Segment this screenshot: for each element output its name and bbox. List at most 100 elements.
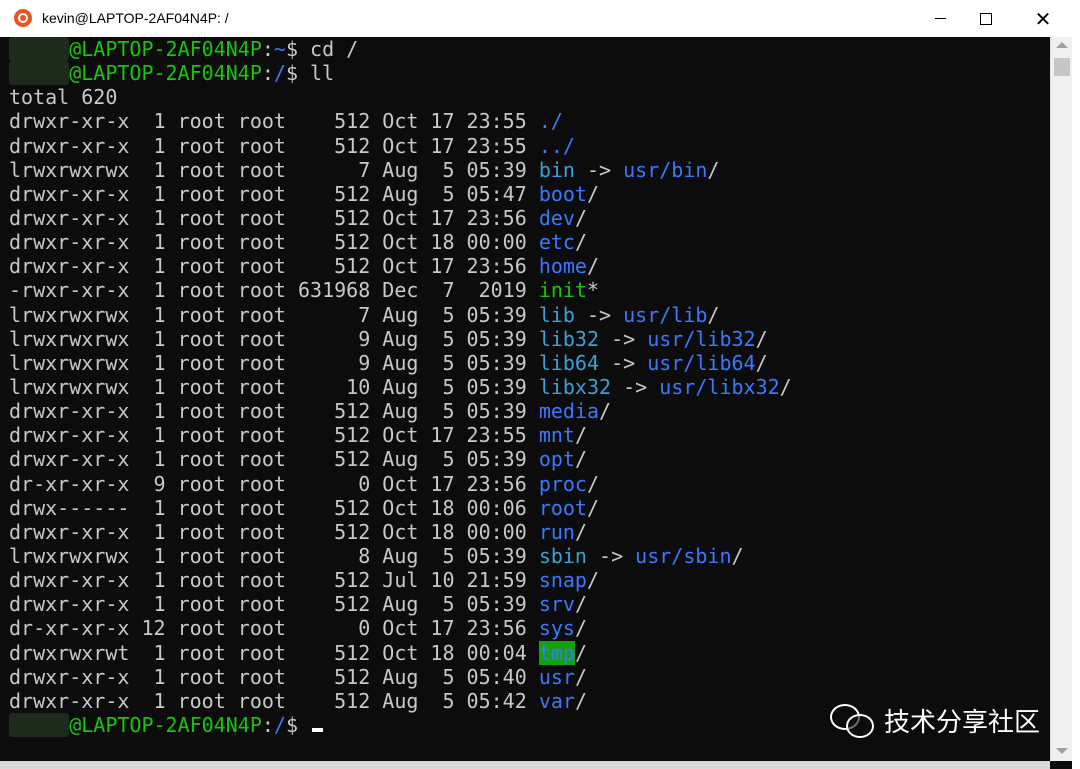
terminal-text: drwx------ 1 root root 512 Oct 18 00:06 xyxy=(9,495,539,520)
terminal-text: / xyxy=(574,519,587,544)
terminal-line: drwxr-xr-x 1 root root 512 Aug 5 05:47 b… xyxy=(9,182,792,206)
terminal-line: total 620 xyxy=(9,85,792,109)
terminal-text: drwxr-xr-x 1 root root 512 Oct 17 23:55 xyxy=(9,109,539,134)
directory-name: usr xyxy=(538,664,575,689)
symlink-name: lib64 xyxy=(538,350,600,375)
terminal-line: drwxr-xr-x 1 root root 512 Oct 17 23:56 … xyxy=(9,206,792,230)
terminal-text: / xyxy=(586,568,600,593)
directory-name: dev xyxy=(538,205,575,230)
terminal-line: dr-xr-xr-x 12 root root 0 Oct 17 23:56 s… xyxy=(9,616,792,640)
directory-name: var xyxy=(538,688,575,713)
text-cursor xyxy=(312,727,324,732)
terminal-text: lrwxrwxrwx 1 root root 7 Aug 5 05:39 xyxy=(9,157,539,182)
terminal-text: * xyxy=(586,278,600,303)
terminal-text: lrwxrwxrwx 1 root root 9 Aug 5 05:39 xyxy=(9,326,539,351)
terminal-line: drwxr-xr-x 1 root root 512 Oct 17 23:56 … xyxy=(9,254,792,278)
terminal-text: drwxr-xr-x 1 root root 512 Oct 17 23:56 xyxy=(9,254,539,279)
terminal-text: : xyxy=(261,61,274,86)
terminal-text: drwxr-xr-x 1 root root 512 Oct 17 23:56 xyxy=(9,205,539,230)
scroll-up-arrow-icon[interactable] xyxy=(1056,42,1068,48)
terminal-line: lrwxrwxrwx 1 root root 8 Aug 5 05:39 sbi… xyxy=(9,544,792,568)
directory-name: usr/lib64 xyxy=(647,350,756,375)
terminal-line: lrwxrwxrwx 1 root root 7 Aug 5 05:39 lib… xyxy=(9,303,792,327)
terminal-text: : xyxy=(261,37,274,61)
directory-name: opt xyxy=(538,447,575,472)
directory-name: snap xyxy=(538,568,587,593)
prompt-path: ~ xyxy=(273,37,286,61)
redacted-username: kevin xyxy=(9,712,70,737)
terminal-line: drwxr-xr-x 1 root root 512 Oct 18 00:00 … xyxy=(9,230,792,254)
terminal-text: / xyxy=(586,254,600,279)
terminal-text: -> xyxy=(586,543,636,568)
terminal-text: / xyxy=(574,230,587,255)
terminal-text: drwxrwxrwt 1 root root 512 Oct 18 00:04 xyxy=(9,640,539,665)
terminal-line: kevin@LAPTOP-2AF04N4P:/$ ll xyxy=(9,61,792,86)
directory-name: usr/sbin xyxy=(635,543,732,568)
terminal-line: drwxr-xr-x 1 root root 512 Oct 17 23:55 … xyxy=(9,134,792,158)
terminal-text: : xyxy=(261,712,274,737)
symlink-name: lib32 xyxy=(538,326,600,351)
maximize-button[interactable] xyxy=(963,0,1009,37)
terminal-text: lrwxrwxrwx 1 root root 10 Aug 5 05:39 xyxy=(9,374,539,399)
terminal-text: / xyxy=(574,447,587,472)
directory-name: run xyxy=(538,519,575,544)
watermark: 技术分享社区 xyxy=(830,700,1040,740)
symlink-name: libx32 xyxy=(538,374,612,399)
terminal-text: drwxr-xr-x 1 root root 512 Aug 5 05:47 xyxy=(9,181,539,206)
symlink-name: sbin xyxy=(538,543,587,568)
terminal-line: dr-xr-xr-x 9 root root 0 Oct 17 23:56 pr… xyxy=(9,472,792,496)
terminal-line: drwxr-xr-x 1 root root 512 Aug 5 05:39 m… xyxy=(9,399,792,423)
terminal-text: drwxr-xr-x 1 root root 512 Oct 18 00:00 xyxy=(9,230,539,255)
symlink-name: lib xyxy=(538,302,575,327)
terminal-line: drwxr-xr-x 1 root root 512 Aug 5 05:42 v… xyxy=(9,689,792,713)
redacted-username: kevin xyxy=(9,61,70,86)
terminal-text: $ xyxy=(285,712,311,737)
terminal-text: lrwxrwxrwx 1 root root 8 Aug 5 05:39 xyxy=(9,543,539,568)
directory-name: sys xyxy=(538,616,575,641)
terminal-text: -> xyxy=(574,157,624,182)
terminal-text: -rwxr-xr-x 1 root root 631968 Dec 7 2019 xyxy=(9,278,539,303)
directory-name: usr/libx32 xyxy=(659,374,780,399)
terminal-text: / xyxy=(586,471,600,496)
terminal-text: / xyxy=(574,640,587,665)
terminal-line: lrwxrwxrwx 1 root root 9 Aug 5 05:39 lib… xyxy=(9,327,792,351)
terminal-text: drwxr-xr-x 1 root root 512 Oct 18 00:00 xyxy=(9,519,539,544)
terminal-text: -> xyxy=(611,374,660,399)
terminal-text: -> xyxy=(599,326,648,351)
terminal-lines: kevin@LAPTOP-2AF04N4P:~$ cd /kevin@LAPTO… xyxy=(9,37,792,737)
terminal-text: $ cd / xyxy=(285,37,359,61)
terminal-window: kevin@LAPTOP-2AF04N4P: / ✕ kevin@LAPTOP-… xyxy=(0,0,1080,769)
window-title: kevin@LAPTOP-2AF04N4P: / xyxy=(42,10,229,26)
directory-name: mnt xyxy=(538,423,575,448)
close-icon: ✕ xyxy=(1034,6,1052,31)
directory-name: etc xyxy=(538,230,575,255)
directory-name: ./ xyxy=(538,109,563,134)
symlink-name: bin xyxy=(538,157,575,182)
terminal-text: drwxr-xr-x 1 root root 512 Aug 5 05:40 xyxy=(9,664,539,689)
prompt-path: / xyxy=(273,712,286,737)
terminal-text: / xyxy=(707,157,720,182)
terminal-line: drwxr-xr-x 1 root root 512 Oct 17 23:55 … xyxy=(9,109,792,133)
terminal-text: / xyxy=(586,495,600,520)
scroll-down-arrow-icon[interactable] xyxy=(1056,748,1068,754)
terminal-line: lrwxrwxrwx 1 root root 7 Aug 5 05:39 bin… xyxy=(9,158,792,182)
terminal-text: / xyxy=(731,543,744,568)
terminal-output[interactable]: kevin@LAPTOP-2AF04N4P:~$ cd /kevin@LAPTO… xyxy=(0,37,1050,769)
ubuntu-icon[interactable] xyxy=(14,9,32,27)
window-bottom-edge xyxy=(0,761,1050,769)
title-bar[interactable]: kevin@LAPTOP-2AF04N4P: / ✕ xyxy=(0,0,1080,37)
terminal-text: total 620 xyxy=(9,85,118,110)
terminal-line: drwxr-xr-x 1 root root 512 Oct 17 23:55 … xyxy=(9,423,792,447)
sticky-directory-name: tmp xyxy=(538,640,575,665)
terminal-text: / xyxy=(574,688,587,713)
terminal-text: drwxr-xr-x 1 root root 512 Aug 5 05:42 xyxy=(9,688,539,713)
vertical-scrollbar[interactable] xyxy=(1050,37,1073,761)
redacted-username: kevin xyxy=(9,37,70,61)
watermark-text: 技术分享社区 xyxy=(884,707,1041,738)
terminal-text: / xyxy=(574,423,587,448)
directory-name: proc xyxy=(538,471,587,496)
close-button[interactable]: ✕ xyxy=(1019,0,1067,37)
directory-name: usr/lib32 xyxy=(647,326,756,351)
scrollbar-thumb[interactable] xyxy=(1054,58,1070,76)
minimize-button[interactable] xyxy=(917,0,963,37)
